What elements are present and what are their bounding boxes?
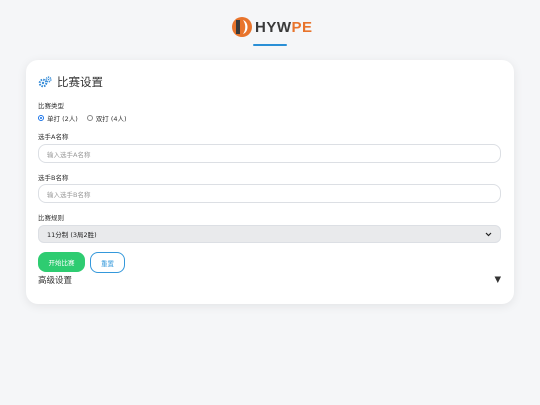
card-title-text: 比赛设置 [57,75,103,89]
logo-underline [253,44,287,46]
rules-select-value: 11分制 (3局2胜) [47,231,97,239]
logo-mark-icon [232,17,252,37]
radio-doubles[interactable] [86,115,93,121]
start-match-button[interactable]: 开始比赛 [38,252,85,272]
chevron-down-icon [485,232,492,236]
radio-option-doubles[interactable]: 双打 (4人) [86,113,127,123]
logo-text: HYWPE [255,18,313,36]
radio-doubles-label: 双打 (4人) [95,115,127,123]
rules-label: 比赛规则 [38,214,64,222]
radio-option-singles[interactable]: 单打 (2人) [38,113,78,123]
player-b-label: 选手B名称 [38,174,69,182]
reset-button[interactable]: 重置 [90,252,125,273]
radio-singles[interactable] [38,115,44,121]
match-type-radio-group: 单打 (2人) 双打 (4人) [38,113,127,123]
match-type-label: 比赛类型 [38,102,64,110]
triangle-down-icon: ▼ [494,275,501,285]
match-settings-card: 比赛设置 比赛类型 单打 (2人) 双打 (4人) 选手A名称 输入选手A名称 … [26,60,514,304]
rules-select[interactable]: 11分制 (3局2胜) [38,225,501,243]
player-a-label: 选手A名称 [38,133,69,141]
player-a-input[interactable]: 输入选手A名称 [38,144,501,163]
advanced-settings-label: 高级设置 [38,276,73,286]
gears-icon [38,76,52,88]
card-title: 比赛设置 [38,72,502,92]
radio-singles-label: 单打 (2人) [47,115,78,123]
logo: HYWPE [231,16,313,38]
action-buttons: 开始比赛 重置 [38,252,125,273]
player-b-input[interactable]: 输入选手B名称 [38,184,501,203]
advanced-settings-toggle[interactable]: 高级设置 ▼ [38,274,501,286]
